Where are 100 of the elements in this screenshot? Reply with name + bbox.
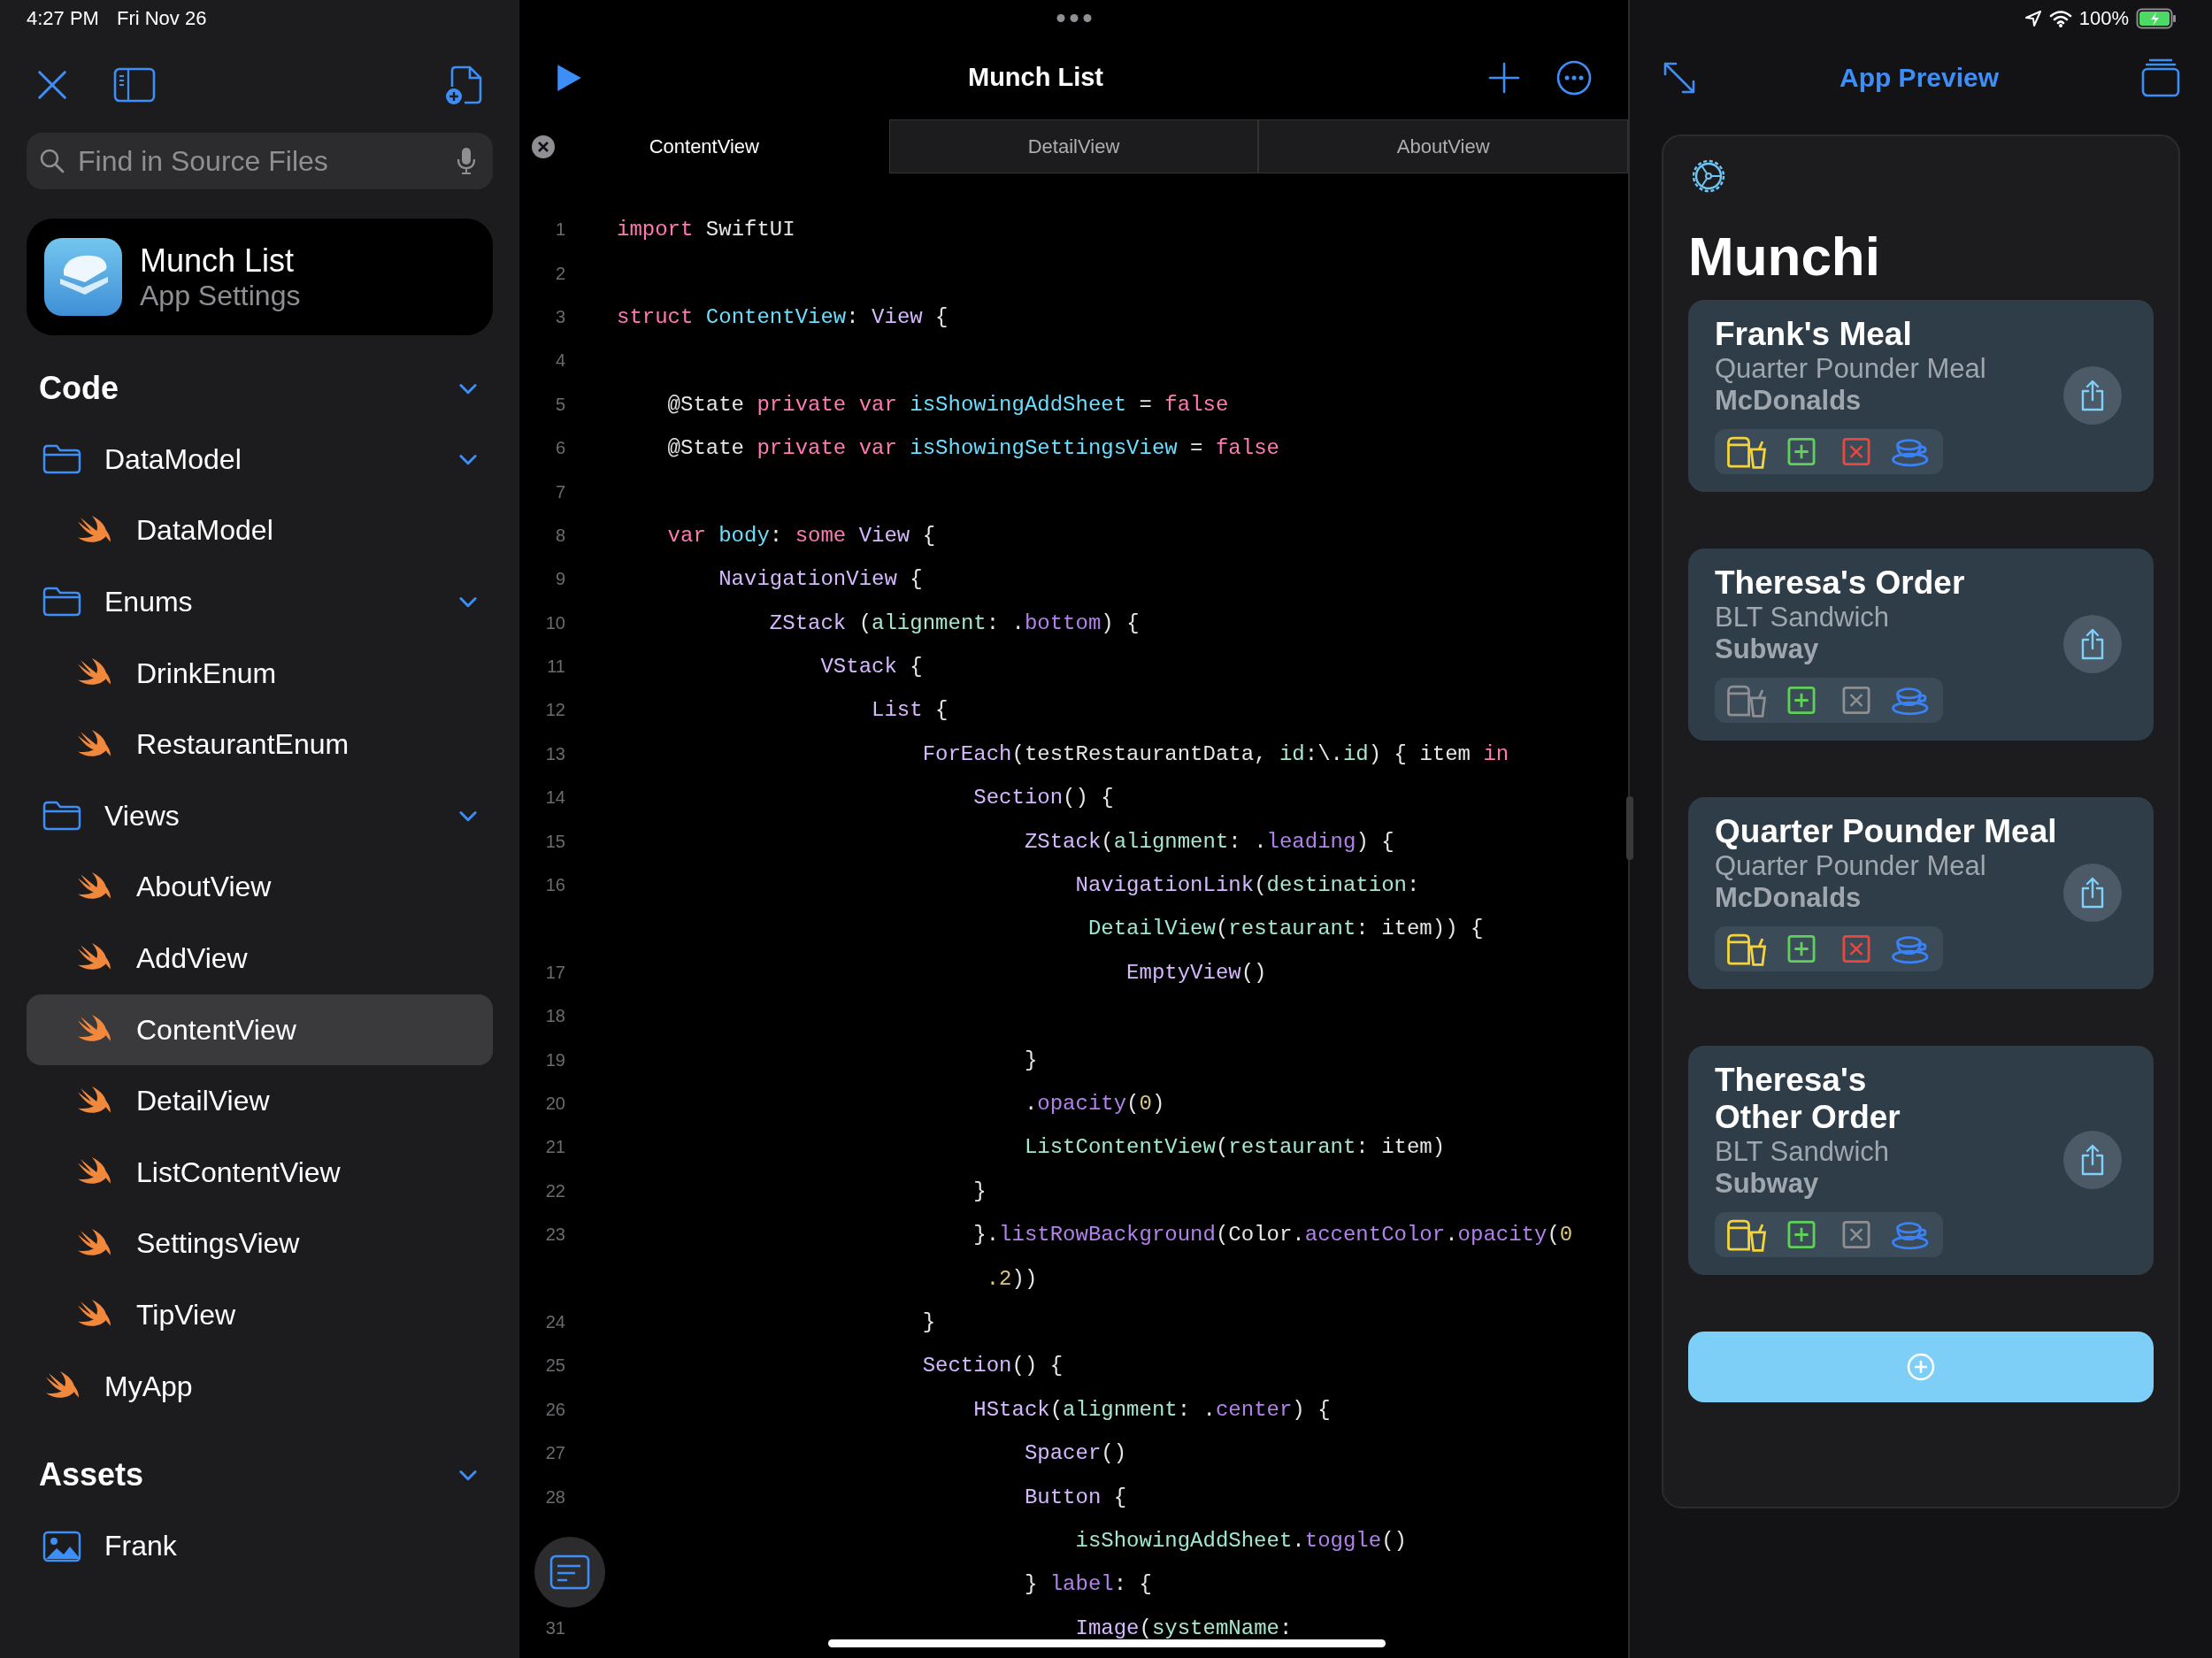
project-subtitle: App Settings [140,279,301,312]
section-title: Code [39,370,119,407]
share-icon [2079,875,2106,910]
search-field[interactable]: Find in Source Files [27,133,493,189]
project-name: Munch List [140,242,296,280]
line-number: 25 [544,1355,565,1377]
sidebar-item[interactable]: MyApp [27,1350,493,1423]
code-line: VStack { [819,655,923,679]
line-number: 12 [544,700,565,721]
sidebar-item[interactable]: TipView [27,1279,493,1351]
sidebar-item[interactable]: SettingsView [27,1208,493,1280]
sidebar-item[interactable]: AboutView [27,851,493,924]
new-file-icon[interactable] [445,64,484,106]
battery-percent: 100% [2078,7,2129,30]
expand-icon[interactable] [1662,60,1697,96]
status-time: 4:27 PM [27,7,99,31]
code-line: Section() { [921,1354,1064,1378]
folder-icon [42,587,81,618]
order-item: BLT Sandwich [1715,602,1890,633]
code-line: Section() { [972,786,1114,810]
file-tab[interactable]: AboutView [1258,119,1628,173]
line-number: 10 [544,612,565,633]
code-line: } label: { [1023,1572,1152,1597]
project-card[interactable]: Munch List App Settings [27,219,493,335]
editor-title: Munch List [966,63,1104,92]
document-icon [549,1554,590,1590]
code-line: .opacity(0) [1023,1092,1165,1116]
share-icon [2079,378,2106,412]
line-number: 27 [544,1443,565,1464]
sidebar-item[interactable]: DataModel [27,424,493,495]
sidebar-item[interactable]: DataModel [27,495,493,567]
order-title: Quarter Pounder Meal [1715,813,2057,850]
sidebar-item[interactable]: ListContentView [27,1136,493,1209]
code-line: Spacer() [1023,1441,1127,1466]
code-line: .2)) [985,1266,1038,1291]
line-number: 20 [544,1094,565,1114]
line-number: 21 [544,1137,565,1158]
folder-icon [42,444,81,475]
sidebar-item[interactable]: RestaurantEnum [27,709,493,780]
search-input[interactable]: Find in Source Files [76,143,445,179]
order-title: Frank's Meal [1715,316,1912,353]
line-number: 1 [554,219,565,241]
plus-icon[interactable] [1488,61,1520,94]
more-icon[interactable] [1555,58,1593,96]
line-number: 9 [554,569,565,590]
code-line: @State private var isShowingSettingsView = false [666,436,1279,461]
code-line: ZStack (alignment: .bottom) { [768,610,1140,635]
stack-icon[interactable] [2141,58,2180,97]
resize-handle[interactable] [1626,796,1633,860]
code-line: HStack(alignment: .center) { [972,1397,1331,1422]
restaurant-name: Subway [1715,1168,1819,1200]
search-icon [39,148,65,174]
sidebar-item[interactable]: Enums [27,566,493,638]
line-number: 15 [544,831,565,852]
sidebar-item[interactable]: Views [27,779,493,852]
sidebar-toggle-icon[interactable] [113,67,156,103]
share-icon [2079,626,2106,661]
wifi-icon [2048,10,2072,27]
line-number: 22 [544,1180,565,1201]
sidebar-item[interactable]: AddView [27,923,493,994]
line-number: 4 [554,350,565,372]
code-line: NavigationView { [718,567,923,592]
close-icon[interactable] [35,68,69,102]
multitask-icon[interactable] [1056,14,1091,22]
app-icon [44,238,122,316]
line-number: 16 [544,875,565,896]
line-number: 18 [544,1006,565,1027]
code-line: NavigationLink(destination: [1074,873,1420,898]
order-title: Theresa's Other Order [1715,1062,1901,1136]
close-icon[interactable] [531,134,556,159]
code-line: } [1023,1048,1038,1072]
line-number: 26 [544,1399,565,1420]
order-card[interactable]: Quarter Pounder Meal Quarter Pounder Meal McDonalds [1688,797,2154,989]
microphone-icon[interactable] [456,146,477,176]
code-line: }.listRowBackground(Color.accentColor.opacity(0 [972,1223,1573,1247]
line-number: 14 [544,787,565,809]
section-title: Assets [39,1456,144,1494]
order-card[interactable]: Theresa's Order BLT Sandwich Subway [1688,549,2154,741]
code-line: @State private var isShowingAddSheet = false [666,392,1229,417]
code-line: } [921,1309,936,1334]
sidebar-item[interactable]: Frank [27,1510,493,1582]
line-number: 7 [554,481,565,503]
code-line: Image(systemName: [1074,1616,1293,1640]
code-line: List { [871,698,949,723]
sidebar-item[interactable]: DetailView [27,1065,493,1137]
status-date: Fri Nov 26 [116,7,207,31]
share-icon [2079,1142,2106,1177]
order-card[interactable]: Frank's Meal Quarter Pounder Meal McDonalds [1688,300,2154,492]
line-number: 24 [544,1311,565,1332]
code-line: EmptyView() [1125,960,1267,985]
sidebar-item[interactable]: ContentView [27,994,493,1066]
sidebar-item[interactable]: DrinkEnum [27,637,493,710]
order-card[interactable]: Theresa's Other Order BLT Sandwich Subway [1688,1046,2154,1275]
line-number: 3 [554,306,565,327]
file-tab[interactable]: DetailView [888,119,1259,173]
image-icon [42,1530,81,1562]
app-title: Munchi [1688,225,1880,288]
code-line: DetailView(restaurant: item)) { [1087,917,1484,941]
play-icon[interactable] [555,62,583,93]
plus-circle-icon [1906,1352,1936,1382]
